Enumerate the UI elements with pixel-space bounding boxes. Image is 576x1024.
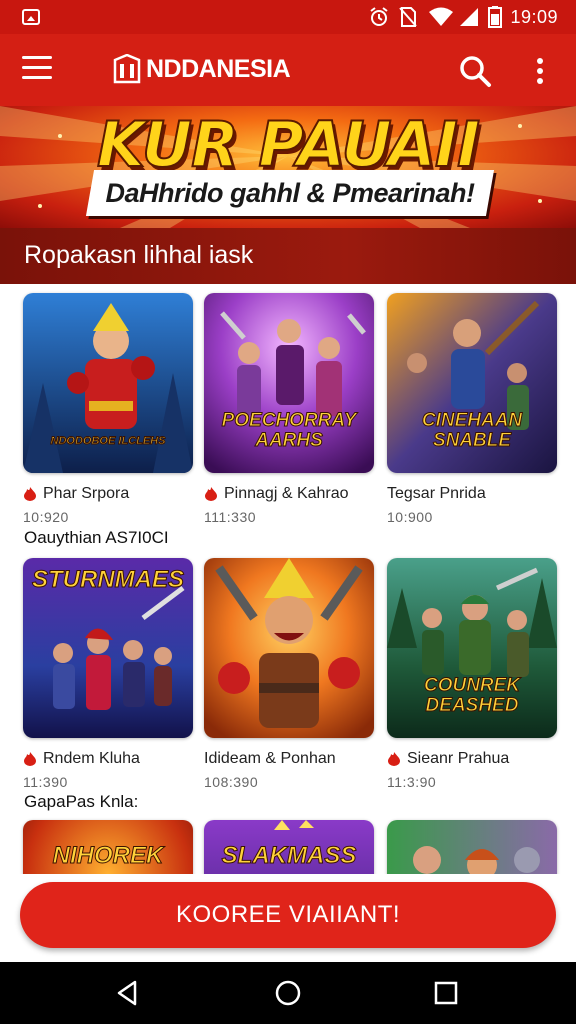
back-icon[interactable] <box>113 978 143 1008</box>
game-thumbnail[interactable] <box>387 820 557 874</box>
game-meta: 10:900 <box>387 509 433 525</box>
game-meta: 111:330 <box>204 509 257 525</box>
recents-icon[interactable] <box>431 978 461 1008</box>
game-card[interactable]: POECHORRAY AARHS Pinnagj & Kahrao 111:33… <box>204 293 374 525</box>
notification-icon <box>22 9 40 25</box>
section-title: Ropakasn lihhal iask <box>24 241 254 269</box>
game-card[interactable]: CINEHAAN SNABLE Tegsar Pnrida 10:900 <box>387 293 557 525</box>
row-label: Oauythian AS7I0CI <box>24 528 169 547</box>
cta-button[interactable]: KOOREE VIAIIANT! <box>20 882 556 948</box>
thumbnail-art-text: POECHORRAY AARHS <box>221 410 357 451</box>
game-title-row: Phar Srpora <box>23 485 193 503</box>
game-thumbnail[interactable]: CINEHAAN SNABLE <box>387 293 557 473</box>
thumbnail-art-text: NDODOBOE ILCLEHS <box>50 435 166 448</box>
game-meta: 10:920 <box>23 509 69 525</box>
section-header: Ropakasn lihhal iask <box>0 228 576 284</box>
row-label: GapaPas Knla: <box>24 792 139 811</box>
game-meta: 11:390 <box>23 774 68 790</box>
more-vert-icon[interactable] <box>530 56 550 86</box>
signal-icon <box>458 6 480 28</box>
no-sim-icon <box>398 6 418 28</box>
status-bar: 19:09 <box>0 0 576 34</box>
banner-subtitle: DaHhrido gahhl & Pmearinah! <box>105 178 475 208</box>
game-thumbnail[interactable]: COUNREK DEASHED <box>387 558 557 738</box>
thumbnail-art-text: SLAKMASS <box>221 842 357 870</box>
game-title-row: Pinnagj & Kahrao <box>204 485 374 503</box>
flame-icon <box>24 487 36 501</box>
battery-icon <box>488 6 502 28</box>
game-meta: 108:390 <box>204 774 259 790</box>
alarm-icon <box>368 6 390 28</box>
home-icon[interactable] <box>273 978 303 1008</box>
flame-icon <box>388 752 400 766</box>
brand-name: NDDANESIA <box>146 54 291 83</box>
brand-logo-icon <box>113 54 141 84</box>
game-card[interactable]: COUNREK DEASHED Sieanr Prahua 11:3:90 <box>387 558 557 790</box>
game-title-row: Sieanr Prahua <box>387 750 557 768</box>
game-card[interactable]: NDODOBOE ILCLEHS Phar Srpora 10:920 <box>23 293 193 525</box>
game-thumbnail[interactable]: STURNMAES <box>23 558 193 738</box>
game-title: Sieanr Prahua <box>407 750 510 767</box>
app-bar: NDDANESIA <box>0 34 576 106</box>
game-thumbnail[interactable]: POECHORRAY AARHS <box>204 293 374 473</box>
flame-icon <box>205 487 217 501</box>
wifi-icon <box>428 6 454 28</box>
status-time: 19:09 <box>510 7 558 27</box>
game-thumbnail[interactable]: NIHOREK <box>23 820 193 874</box>
thumbnail-art-text: CINEHAAN SNABLE <box>421 410 523 451</box>
game-title: Tegsar Pnrida <box>387 485 486 502</box>
thumbnail-art-text: COUNREK DEASHED <box>423 675 521 716</box>
thumbnail-art-text: NIHOREK <box>52 842 164 870</box>
game-thumbnail[interactable]: NDODOBOE ILCLEHS <box>23 293 193 473</box>
game-title-row: Idideam & Ponhan <box>204 750 374 768</box>
game-title: Idideam & Ponhan <box>204 750 336 767</box>
game-title-row: Tegsar Pnrida <box>387 485 557 503</box>
promo-banner[interactable]: KUR PAUAII DaHhrido gahhl & Pmearinah! <box>0 106 576 228</box>
game-thumbnail[interactable]: SLAKMASS <box>204 820 374 874</box>
flame-icon <box>24 752 36 766</box>
game-card[interactable] <box>387 820 557 874</box>
menu-icon[interactable] <box>22 56 52 82</box>
game-title: Pinnagj & Kahrao <box>224 485 349 502</box>
game-grid: NDODOBOE ILCLEHS Phar Srpora 10:920 POEC… <box>0 284 576 874</box>
cta-area: KOOREE VIAIIANT! <box>0 874 576 962</box>
brand[interactable]: NDDANESIA <box>112 54 291 84</box>
game-title: Phar Srpora <box>43 485 130 502</box>
game-card[interactable]: STURNMAES Rndem Kluha 11:390 <box>23 558 193 790</box>
game-thumbnail[interactable] <box>204 558 374 738</box>
banner-subtitle-box: DaHhrido gahhl & Pmearinah! <box>85 170 495 216</box>
game-card[interactable]: NIHOREK <box>23 820 193 874</box>
search-icon[interactable] <box>458 54 492 88</box>
game-meta: 11:3:90 <box>387 774 437 790</box>
thumbnail-art-text: STURNMAES <box>31 566 184 594</box>
game-card[interactable]: SLAKMASS <box>204 820 374 874</box>
game-card[interactable]: Idideam & Ponhan 108:390 <box>204 558 374 790</box>
system-nav-bar <box>0 962 576 1024</box>
game-title: Rndem Kluha <box>43 750 140 767</box>
game-title-row: Rndem Kluha <box>23 750 193 768</box>
